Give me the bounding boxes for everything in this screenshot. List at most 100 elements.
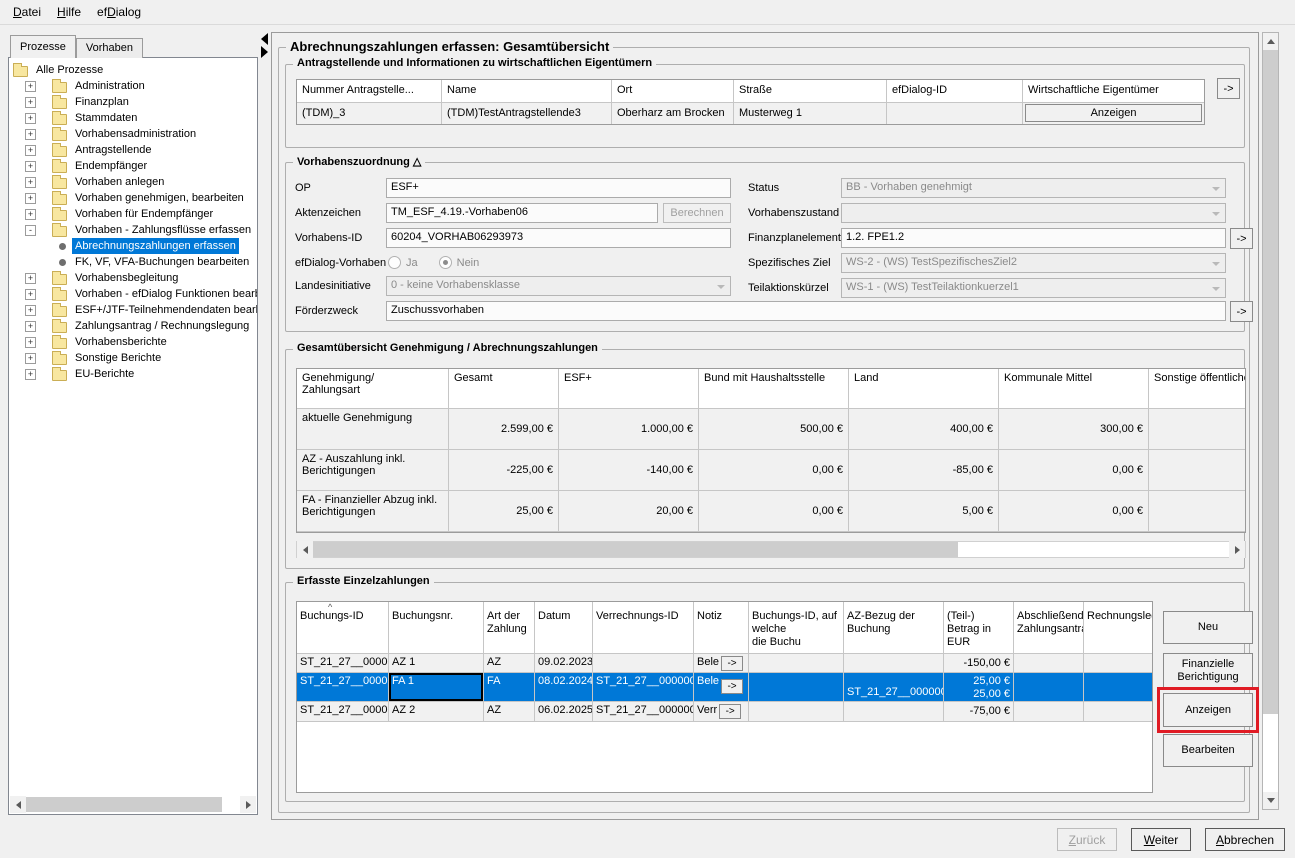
vorhabens-id-field[interactable]: 60204_VORHAB06293973 [386,228,731,248]
tree-item-vorhabensadministration[interactable]: + Vorhabensadministration [25,126,257,142]
expander-icon[interactable]: + [25,161,36,172]
column-header[interactable]: Kommunale Mittel [999,369,1149,409]
tree-item-zahlungsantrag[interactable]: + Zahlungsantrag / Rechnungslegung [25,318,257,334]
radio-ja[interactable] [388,256,401,269]
column-header[interactable]: Nummer Antragstelle... [297,80,442,102]
tree-item-label[interactable]: Vorhaben genehmigen, bearbeiten [72,190,247,206]
expander-icon[interactable]: + [25,113,36,124]
tree-horizontal-scrollbar[interactable] [10,796,256,813]
column-header[interactable]: Ort [612,80,734,102]
column-header[interactable]: ESF+ [559,369,699,409]
expander-icon[interactable]: + [25,321,36,332]
column-header[interactable]: (Teil-) Betrag in EUR [944,602,1014,654]
scroll-right-icon[interactable] [240,796,256,813]
column-header[interactable]: Art der Zahlung [484,602,535,654]
column-header[interactable]: Gesamt [449,369,559,409]
tree-item-finanzplan[interactable]: + Finanzplan [25,94,257,110]
zurueck-button[interactable]: Zurück [1057,828,1117,851]
expander-icon[interactable]: + [25,209,36,220]
tree-item-vorhaben-endempfaenger[interactable]: + Vorhaben für Endempfänger [25,206,257,222]
column-header[interactable]: Buchungs-ID, auf welche die Buchu [749,602,844,654]
expander-icon[interactable]: + [25,353,36,364]
tree-item-label[interactable]: Sonstige Berichte [72,350,164,366]
tree-item-label[interactable]: EU-Berichte [72,366,137,382]
scroll-left-icon[interactable] [10,796,26,813]
tree-item-label[interactable]: Stammdaten [72,110,140,126]
tree-item-label[interactable]: Antragstellende [72,142,154,158]
tab-prozesse[interactable]: Prozesse [10,35,76,58]
tree-item-abrechnungszahlungen[interactable]: Abrechnungszahlungen erfassen [59,238,257,254]
tree-item-vorhaben-anlegen[interactable]: + Vorhaben anlegen [25,174,257,190]
summary-row-genehmigung[interactable]: aktuelle Genehmigung 2.599,00 € 1.000,00… [297,409,1246,450]
column-header[interactable]: Genehmigung/ Zahlungsart [297,369,449,409]
column-header[interactable]: Buchungsnr. [389,602,484,654]
radio-nein[interactable] [439,256,452,269]
status-dropdown[interactable]: BB - Vorhaben genehmigt [841,178,1226,198]
scroll-down-icon[interactable] [1263,792,1278,809]
tree-item-sonstige-berichte[interactable]: + Sonstige Berichte [25,350,257,366]
aktenzeichen-field[interactable]: TM_ESF_4.19.-Vorhaben06 [386,203,658,223]
payment-row-az1[interactable]: ST_21_27__000000 AZ 1 AZ 09.02.2023 Bele… [297,654,1152,673]
expander-icon[interactable]: + [25,193,36,204]
tree-item-label[interactable]: Vorhabensadministration [72,126,199,142]
notiz-goto-button[interactable]: -> [721,679,743,694]
payment-row-az2[interactable]: ST_21_27__000000 AZ 2 AZ 06.02.2025 ST_2… [297,702,1152,722]
berechnen-button[interactable]: Berechnen [663,203,731,223]
column-header[interactable]: Verrechnungs-ID [593,602,694,654]
tree-item-label[interactable]: Administration [72,78,148,94]
scrollbar-thumb[interactable] [26,797,222,812]
tree-item-vorhaben-genehmigen[interactable]: + Vorhaben genehmigen, bearbeiten [25,190,257,206]
tree-item-vorhabensbegleitung[interactable]: + Vorhabensbegleitung [25,270,257,286]
tree-item-label[interactable]: ESF+/JTF-Teilnehmendendaten bearbeiten [72,302,258,318]
finanzplanelement-field[interactable]: 1.2. FPE1.2 [841,228,1226,248]
scroll-up-icon[interactable] [1263,33,1278,50]
bearbeiten-button[interactable]: Bearbeiten [1163,734,1253,767]
column-header[interactable]: Straße [734,80,887,102]
tree-item-antragstellende[interactable]: + Antragstellende [25,142,257,158]
tree-item-zahlungsfluesse[interactable]: - Vorhaben - Zahlungsflüsse erfassen [25,222,257,238]
expander-icon[interactable]: + [25,289,36,300]
tree-item-administration[interactable]: + Administration [25,78,257,94]
applicants-goto-button[interactable]: -> [1217,78,1240,99]
tree-item-esf-jtf[interactable]: + ESF+/JTF-Teilnehmendendaten bearbeiten [25,302,257,318]
summary-row-abzug[interactable]: FA - Finanzieller Abzug inkl. Berichtigu… [297,491,1246,532]
scrollbar-thumb[interactable] [1263,50,1278,714]
collapse-left-icon[interactable] [261,33,268,45]
column-header[interactable]: efDialog-ID [887,80,1023,102]
expander-icon[interactable]: + [25,129,36,140]
menu-hilfe[interactable]: Hilfe [49,2,89,22]
menu-datei[interactable]: Datei [5,2,49,22]
landesinitiative-dropdown[interactable]: 0 - keine Vorhabensklasse [386,276,731,296]
vorhabenszustand-dropdown[interactable] [841,203,1226,223]
expander-icon[interactable]: + [25,81,36,92]
applicant-row[interactable]: (TDM)_3 (TDM)TestAntragstellende3 Oberha… [297,102,1204,124]
abbrechen-button[interactable]: Abbrechen [1205,828,1285,851]
column-header[interactable]: Datum [535,602,593,654]
tree-item-efdialog-funktionen[interactable]: + Vorhaben - efDialog Funktionen bearbei… [25,286,257,302]
spezifisches-ziel-dropdown[interactable]: WS-2 - (WS) TestSpezifischesZiel2 [841,253,1226,273]
expand-right-icon[interactable] [261,46,268,58]
op-field[interactable]: ESF+ [386,178,731,198]
expander-icon[interactable]: + [25,145,36,156]
scroll-right-icon[interactable] [1229,541,1245,558]
column-header[interactable]: Sonstige öffentliche M [1149,369,1246,409]
weiter-button[interactable]: Weiter [1131,828,1191,851]
column-header[interactable]: AZ-Bezug der Buchung [844,602,944,654]
summary-row-auszahlung[interactable]: AZ - Auszahlung inkl. Berichtigungen -22… [297,450,1246,491]
expander-icon[interactable]: + [25,305,36,316]
tree-item-endempfaenger[interactable]: + Endempfänger [25,158,257,174]
expander-icon[interactable]: + [25,273,36,284]
column-header[interactable]: Rechnungsleg [1084,602,1152,654]
tree-item-fk-vf-vfa[interactable]: FK, VF, VFA-Buchungen bearbeiten [59,254,257,270]
tree-item-vorhabensberichte[interactable]: + Vorhabensberichte [25,334,257,350]
main-vertical-scrollbar[interactable] [1262,32,1279,810]
notiz-goto-button[interactable]: -> [721,656,743,671]
foerderzweck-goto-button[interactable]: -> [1230,301,1253,322]
tree-item-label[interactable]: Vorhaben - Zahlungsflüsse erfassen [72,222,254,238]
expander-icon[interactable]: + [25,97,36,108]
column-header[interactable]: Wirtschaftliche Eigentümer [1023,80,1204,102]
tab-vorhaben[interactable]: Vorhaben [76,38,143,58]
column-header[interactable]: Notiz [694,602,749,654]
tree-root-label[interactable]: Alle Prozesse [33,62,106,78]
collapse-icon[interactable]: - [25,225,36,236]
